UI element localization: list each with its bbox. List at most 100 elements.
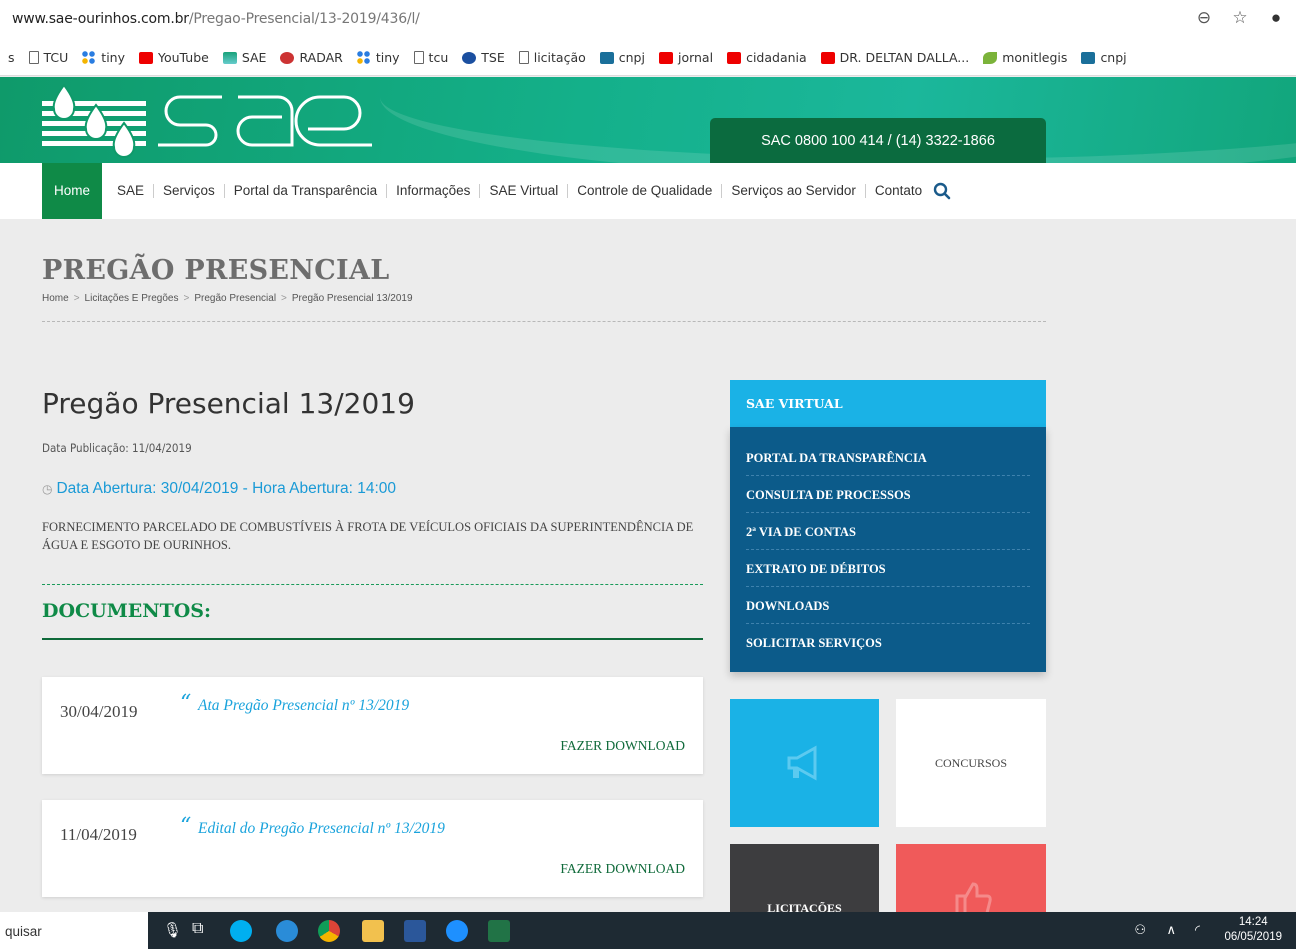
search-icon[interactable] xyxy=(933,182,951,200)
document-title[interactable]: Ata Pregão Presencial nº 13/2019 xyxy=(198,697,409,715)
document-title[interactable]: Edital do Pregão Presencial nº 13/2019 xyxy=(198,820,445,838)
browser-address-bar[interactable]: www.sae-ourinhos.com.br/Pregao-Presencia… xyxy=(0,0,1296,40)
sidebar-item-segunda-via[interactable]: 2ª VIA DE CONTAS xyxy=(746,513,1030,550)
sidebar-item-portal-transparencia[interactable]: PORTAL DA TRANSPARÊNCIA xyxy=(746,439,1030,476)
tiny-icon xyxy=(356,50,371,65)
clock[interactable]: 14:24 06/05/2019 xyxy=(1224,915,1282,945)
nav-sae-virtual[interactable]: SAE Virtual xyxy=(480,184,569,198)
cnpj-icon xyxy=(1081,51,1096,64)
cnpj-icon xyxy=(599,51,614,64)
leaf-icon xyxy=(983,51,998,64)
breadcrumb-home[interactable]: Home xyxy=(42,293,69,304)
bookmark-item[interactable]: monitlegis xyxy=(983,50,1067,65)
divider xyxy=(42,638,703,640)
bookmark-item[interactable]: DR. DELTAN DALLA... xyxy=(820,50,969,65)
document-date: 30/04/2019 xyxy=(60,702,138,721)
tiny-icon xyxy=(82,50,97,65)
sidebar-item-downloads[interactable]: DOWNLOADS xyxy=(746,587,1030,624)
sidebar-item-consulta-processos[interactable]: CONSULTA DE PROCESSOS xyxy=(746,476,1030,513)
bookmark-item[interactable]: cnpj xyxy=(1081,50,1127,65)
chevron-up-icon[interactable]: ∧ xyxy=(1166,922,1176,938)
publication-date: Data Publicação: 11/04/2019 xyxy=(42,441,192,455)
bookmark-item[interactable]: tcu xyxy=(413,50,448,65)
bookmarks-bar: s TCU tiny YouTube SAE RADAR tiny tcu TS… xyxy=(0,40,1296,76)
chrome-icon[interactable] xyxy=(318,920,340,942)
main-nav: Home SAE Serviços Portal da Transparênci… xyxy=(0,163,1296,219)
app-icon[interactable] xyxy=(276,920,298,942)
youtube-icon xyxy=(658,51,673,64)
quote-icon: “ xyxy=(180,691,192,716)
divider xyxy=(42,321,1046,322)
bookmark-item[interactable]: RADAR xyxy=(280,50,343,65)
bookmark-item[interactable]: cnpj xyxy=(599,50,645,65)
description: FORNECIMENTO PARCELADO DE COMBUSTÍVEIS À… xyxy=(42,520,694,552)
breadcrumb-licitacoes[interactable]: Licitações E Pregões xyxy=(85,293,179,304)
tile-concursos[interactable]: CONCURSOS xyxy=(896,699,1046,827)
file-explorer-icon[interactable] xyxy=(362,920,384,942)
sidebar-title: SAE VIRTUAL xyxy=(730,380,1046,427)
tile-licitacoes[interactable]: LICITAÇÕES xyxy=(730,844,879,915)
clock-icon: ◷ xyxy=(42,482,53,496)
bookmark-item[interactable]: SAE xyxy=(222,50,266,65)
tile-announcements[interactable] xyxy=(730,699,879,827)
page-icon xyxy=(518,51,529,64)
page-icon xyxy=(28,51,39,64)
url-path: /Pregao-Presencial/13-2019/436/l/ xyxy=(188,11,420,27)
taskbar-search[interactable]: quisar xyxy=(0,912,148,949)
clock-date: 06/05/2019 xyxy=(1224,931,1282,943)
word-icon[interactable] xyxy=(404,920,426,942)
nav-contato[interactable]: Contato xyxy=(866,184,931,198)
sae-logo[interactable] xyxy=(42,83,382,159)
bookmark-item[interactable]: TSE xyxy=(462,50,505,65)
bookmark-item[interactable]: tiny xyxy=(356,50,400,65)
nav-servicos-servidor[interactable]: Serviços ao Servidor xyxy=(722,184,866,198)
sidebar-menu: PORTAL DA TRANSPARÊNCIA CONSULTA DE PROC… xyxy=(730,427,1046,672)
opening-text: Data Abertura: 30/04/2019 - Hora Abertur… xyxy=(56,480,396,497)
sidebar-item-solicitar-servicos[interactable]: SOLICITAR SERVIÇOS xyxy=(746,624,1030,661)
bookmark-item[interactable]: TCU xyxy=(28,50,68,65)
radar-icon xyxy=(280,51,295,64)
edge-icon[interactable] xyxy=(446,920,468,942)
youtube-icon xyxy=(820,51,835,64)
bookmark-item[interactable]: tiny xyxy=(82,50,125,65)
nav-portal-transparencia[interactable]: Portal da Transparência xyxy=(225,184,388,198)
nav-informacoes[interactable]: Informações xyxy=(387,184,481,198)
excel-icon[interactable] xyxy=(488,920,510,942)
clock-time: 14:24 xyxy=(1238,916,1268,928)
download-button[interactable]: FAZER DOWNLOAD xyxy=(560,738,685,754)
people-icon[interactable]: ⚇ xyxy=(1134,922,1146,938)
wifi-icon[interactable]: ◜ xyxy=(1195,922,1200,938)
breadcrumb: Home > Licitações E Pregões > Pregão Presenc… xyxy=(42,293,413,304)
tile-thumbs-up[interactable] xyxy=(896,844,1046,918)
breadcrumb-current: Pregão Presencial 13/2019 xyxy=(291,293,413,304)
megaphone-icon xyxy=(787,745,816,781)
url-text[interactable]: www.sae-ourinhos.com.br/Pregao-Presencia… xyxy=(12,11,420,27)
sae-icon xyxy=(222,51,237,64)
site-header: SAC 0800 100 414 / (14) 3322-1866 xyxy=(0,77,1296,163)
star-icon[interactable]: ☆ xyxy=(1230,8,1250,28)
breadcrumb-pregao[interactable]: Pregão Presencial xyxy=(194,293,276,304)
opening-date: ◷ Data Abertura: 30/04/2019 - Hora Abertu… xyxy=(42,480,396,498)
bookmark-item[interactable]: cidadania xyxy=(727,50,807,65)
youtube-icon xyxy=(139,51,153,64)
zoom-icon[interactable]: ⊖ xyxy=(1194,8,1214,28)
profile-icon[interactable]: ● xyxy=(1266,8,1286,28)
nav-sae[interactable]: SAE xyxy=(108,184,155,198)
bookmark-item[interactable]: licitação xyxy=(518,50,586,65)
skype-icon[interactable] xyxy=(230,920,252,942)
bookmark-item[interactable]: s xyxy=(8,50,15,65)
document-card: 11/04/2019 “ Edital do Pregão Presencial… xyxy=(42,800,703,897)
bookmark-item[interactable]: YouTube xyxy=(139,50,209,65)
microphone-icon[interactable]: 🎙 xyxy=(163,921,182,939)
youtube-icon xyxy=(727,51,742,64)
divider xyxy=(42,584,703,585)
sidebar-item-extrato-debitos[interactable]: EXTRATO DE DÉBITOS xyxy=(746,550,1030,587)
bookmark-item[interactable]: jornal xyxy=(658,50,713,65)
document-card: 30/04/2019 “ Ata Pregão Presencial nº 13… xyxy=(42,677,703,774)
nav-controle-qualidade[interactable]: Controle de Qualidade xyxy=(568,184,723,198)
tse-icon xyxy=(462,51,477,64)
nav-servicos[interactable]: Serviços xyxy=(154,184,225,198)
download-button[interactable]: FAZER DOWNLOAD xyxy=(560,861,685,877)
task-view-icon[interactable]: ⧉ xyxy=(192,920,203,938)
nav-home[interactable]: Home xyxy=(42,163,103,219)
